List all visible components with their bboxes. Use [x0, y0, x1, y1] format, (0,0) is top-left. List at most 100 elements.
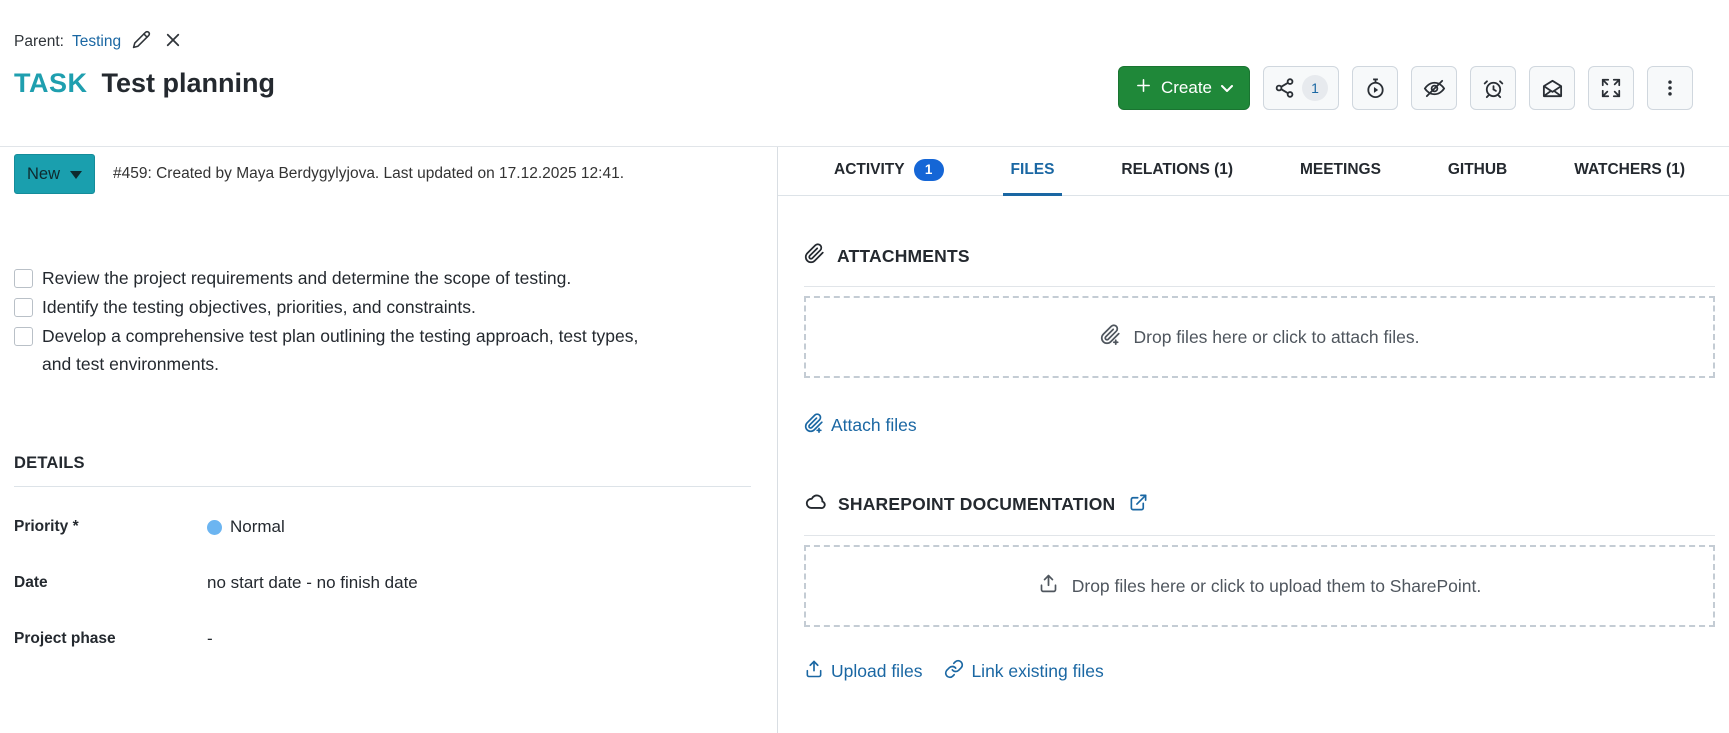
kebab-menu-icon — [1660, 77, 1680, 99]
attachments-section-heading: ATTACHMENTS — [804, 243, 1715, 269]
eye-off-icon — [1423, 77, 1446, 100]
checkbox[interactable] — [14, 327, 33, 346]
chevron-down-icon — [1221, 78, 1233, 98]
tab-github[interactable]: GITHUB — [1440, 147, 1515, 196]
work-package-type[interactable]: TASK — [14, 68, 88, 99]
reminder-button[interactable] — [1470, 66, 1516, 110]
attachments-dropzone[interactable]: Drop files here or click to attach files… — [804, 296, 1715, 378]
mark-notifications-read-button[interactable] — [1529, 66, 1575, 110]
paperclip-plus-icon — [1100, 324, 1121, 350]
field-date: Date no start date - no finish date — [14, 567, 751, 599]
tab-label: RELATIONS (1) — [1121, 160, 1234, 178]
field-label: Date — [14, 574, 48, 591]
tab-activity[interactable]: ACTIVITY 1 — [826, 147, 952, 196]
plus-icon — [1135, 77, 1152, 99]
list-item: Review the project requirements and dete… — [14, 264, 662, 292]
field-value-text: no start date - no finish date — [207, 573, 418, 592]
sharepoint-section-heading: SHAREPOINT DOCUMENTATION — [804, 491, 1715, 518]
field-label: Project phase — [14, 630, 116, 647]
work-package-title: TASK Test planning — [14, 68, 275, 99]
parent-label: Parent: — [14, 33, 64, 50]
field-priority: Priority * Normal — [14, 511, 751, 543]
project-phase-value[interactable]: - — [207, 629, 213, 649]
breadcrumb: Parent: Testing — [14, 30, 185, 54]
unwatch-button[interactable] — [1411, 66, 1457, 110]
upload-icon — [804, 659, 824, 684]
share-button[interactable]: 1 — [1263, 66, 1339, 110]
checklist-item-label: Review the project requirements and dete… — [42, 268, 572, 288]
sharepoint-actions: Upload files Link existing files — [804, 659, 1715, 684]
more-menu-button[interactable] — [1647, 66, 1693, 110]
envelope-open-icon — [1541, 77, 1564, 100]
external-link-icon[interactable] — [1129, 493, 1148, 517]
divider — [804, 535, 1715, 536]
description-checklist: Review the project requirements and dete… — [14, 264, 662, 378]
tab-bar: ACTIVITY 1 FILES RELATIONS (1) MEETINGS … — [778, 147, 1729, 196]
share-count-badge: 1 — [1302, 75, 1328, 101]
divider — [14, 486, 751, 487]
upload-files-link[interactable]: Upload files — [804, 659, 922, 684]
work-package-page: Parent: Testing TASK Test planning Creat… — [0, 0, 1729, 733]
work-package-side-panel: ACTIVITY 1 FILES RELATIONS (1) MEETINGS … — [777, 147, 1729, 733]
page-header: Parent: Testing TASK Test planning Creat… — [0, 0, 1729, 147]
header-toolbar: Create 1 — [1117, 66, 1693, 110]
create-button[interactable]: Create — [1117, 66, 1250, 110]
caret-down-icon — [70, 165, 83, 184]
tab-files[interactable]: FILES — [1002, 147, 1063, 196]
checklist-item-label: Identify the testing objectives, priorit… — [42, 297, 476, 317]
alarm-clock-icon — [1482, 77, 1505, 100]
details-section-heading: DETAILS — [14, 454, 85, 472]
work-package-meta: #459: Created by Maya Berdygylyjova. Las… — [113, 165, 625, 182]
field-label: Priority * — [14, 518, 79, 535]
link-existing-files-link[interactable]: Link existing files — [944, 659, 1104, 684]
paperclip-plus-icon — [804, 413, 824, 438]
files-tab-content: ATTACHMENTS Drop files here or click to … — [778, 196, 1729, 684]
checkbox[interactable] — [14, 269, 33, 288]
start-timer-button[interactable] — [1352, 66, 1398, 110]
tab-label: MEETINGS — [1299, 160, 1381, 178]
date-value[interactable]: no start date - no finish date — [207, 573, 418, 593]
status-label: New — [27, 164, 61, 183]
pencil-icon — [132, 30, 151, 54]
checkbox[interactable] — [14, 298, 33, 317]
fullscreen-button[interactable] — [1588, 66, 1634, 110]
close-icon — [164, 31, 182, 54]
expand-icon — [1600, 77, 1622, 99]
upload-icon — [1038, 573, 1059, 599]
tab-label: ACTIVITY — [834, 160, 905, 178]
dropzone-text: Drop files here or click to upload them … — [1071, 575, 1482, 596]
link-label: Link existing files — [971, 661, 1104, 681]
priority-dot-icon — [207, 519, 222, 535]
page-title[interactable]: Test planning — [102, 68, 276, 99]
list-item: Develop a comprehensive test plan outlin… — [14, 322, 662, 378]
status-dropdown[interactable]: New — [14, 154, 96, 194]
remove-parent-button[interactable] — [161, 30, 185, 54]
dropzone-text: Drop files here or click to attach files… — [1133, 326, 1420, 347]
tab-watchers[interactable]: WATCHERS (1) — [1566, 147, 1693, 196]
share-icon — [1274, 77, 1296, 99]
section-title: SHAREPOINT DOCUMENTATION — [838, 494, 1116, 514]
stopwatch-icon — [1364, 77, 1387, 100]
divider — [804, 286, 1715, 287]
link-label: Attach files — [831, 415, 917, 435]
attach-files-link[interactable]: Attach files — [804, 413, 917, 438]
work-package-details-panel: New #459: Created by Maya Berdygylyjova.… — [0, 147, 777, 733]
field-value-text: Normal — [230, 517, 285, 536]
status-row: New #459: Created by Maya Berdygylyjova.… — [14, 154, 751, 194]
link-label: Upload files — [831, 661, 923, 681]
list-item: Identify the testing objectives, priorit… — [14, 293, 662, 321]
priority-value[interactable]: Normal — [207, 517, 285, 537]
field-project-phase: Project phase - — [14, 623, 751, 655]
field-value-text: - — [207, 629, 213, 648]
create-button-label: Create — [1160, 78, 1212, 97]
tab-label: FILES — [1010, 160, 1055, 178]
paperclip-icon — [804, 243, 825, 269]
tab-meetings[interactable]: MEETINGS — [1292, 147, 1389, 196]
tab-relations[interactable]: RELATIONS (1) — [1113, 147, 1241, 196]
section-title: ATTACHMENTS — [837, 245, 970, 266]
parent-link[interactable]: Testing — [72, 33, 121, 51]
activity-count-badge: 1 — [913, 158, 944, 181]
checklist-item-label: Develop a comprehensive test plan outlin… — [42, 326, 639, 374]
sharepoint-dropzone[interactable]: Drop files here or click to upload them … — [804, 545, 1715, 627]
edit-parent-button[interactable] — [129, 30, 153, 54]
